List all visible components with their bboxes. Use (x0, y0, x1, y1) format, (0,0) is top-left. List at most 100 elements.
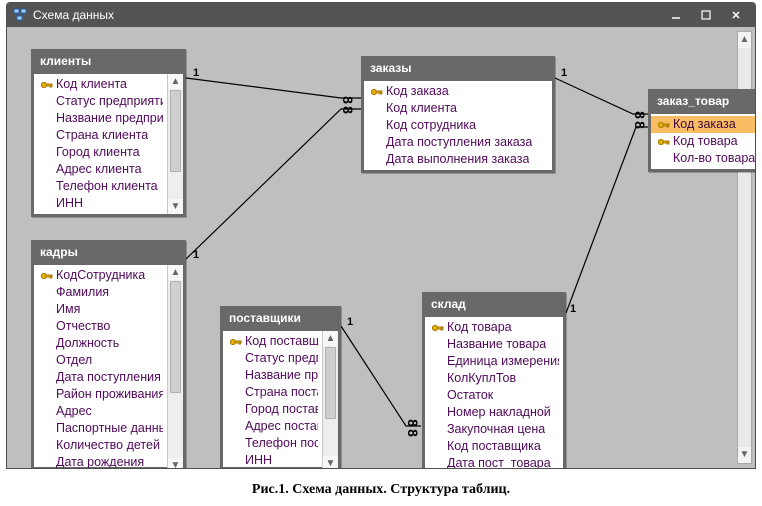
table-field[interactable]: Адрес (34, 403, 167, 420)
table-field[interactable]: Номер накладной (425, 404, 563, 421)
primary-key-icon (368, 86, 386, 98)
table-field[interactable]: Должность (34, 335, 167, 352)
table-clients[interactable]: клиенты Код клиентаСтатус предприятиНазв… (31, 49, 186, 217)
scroll-up-icon[interactable]: ▲ (738, 32, 751, 48)
field-label: Город клиента (56, 144, 140, 161)
field-label: Телефон клиента (56, 178, 158, 195)
table-field[interactable]: Дата поступления заказа (364, 134, 552, 151)
table-title[interactable]: заказы (364, 59, 552, 81)
table-staff[interactable]: кадры КодСотрудникаФамилияИмяОтчествоДол… (31, 240, 186, 469)
table-stock[interactable]: склад Код товараНазвание товараЕдиница и… (422, 292, 566, 469)
window-title: Схема данных (33, 8, 114, 22)
table-field[interactable]: Закупочная цена (425, 421, 563, 438)
table-field[interactable]: Паспортные данные (34, 420, 167, 437)
field-label: Название товара (447, 336, 546, 353)
field-label: Код заказа (386, 83, 449, 100)
scroll-thumb[interactable] (325, 347, 336, 419)
table-field[interactable]: Статус предп (223, 350, 322, 367)
field-list: Код товараНазвание товараЕдиница измерен… (425, 317, 563, 469)
scroll-up-icon[interactable]: ▲ (323, 331, 338, 346)
window-titlebar: Схема данных (7, 3, 755, 27)
field-label: Имя (56, 301, 80, 318)
field-label: Дата поступления заказа (386, 134, 532, 151)
field-label: Адрес постав (245, 418, 318, 435)
field-label: Количество детей (56, 437, 160, 454)
table-field[interactable]: Отчество (34, 318, 167, 335)
table-field[interactable]: ИНН (34, 195, 167, 212)
scroll-thumb[interactable] (170, 281, 181, 393)
table-field[interactable]: Единица измерения (425, 353, 563, 370)
table-field[interactable]: Адрес постав (223, 418, 322, 435)
table-title[interactable]: клиенты (34, 52, 183, 74)
table-field[interactable]: ИНН (223, 452, 322, 469)
table-field[interactable]: КолКуплТов (425, 370, 563, 387)
scroll-down-icon[interactable]: ▼ (168, 199, 183, 214)
table-field[interactable]: Код товара (651, 133, 756, 150)
table-field[interactable]: КодСотрудника (34, 267, 167, 284)
scroll-down-icon[interactable]: ▼ (168, 458, 183, 469)
maximize-button[interactable] (691, 6, 721, 24)
scroll-thumb[interactable] (170, 90, 181, 172)
cardinality-one: 1 (561, 67, 567, 79)
table-field[interactable]: Город постав (223, 401, 322, 418)
scroll-up-icon[interactable]: ▲ (168, 265, 183, 280)
table-field[interactable]: Код заказа (651, 116, 756, 133)
field-label: Статус предприяти (56, 93, 163, 110)
table-field[interactable]: Остаток (425, 387, 563, 404)
table-field[interactable]: Название товара (425, 336, 563, 353)
table-field[interactable]: Имя (34, 301, 167, 318)
table-field[interactable]: Код товара (425, 319, 563, 336)
table-field[interactable]: Кол-во товара в за (651, 150, 756, 167)
cardinality-one: 1 (347, 316, 353, 328)
table-field[interactable]: Дата рождения (34, 454, 167, 469)
field-label: Дата выполнения заказа (386, 151, 529, 168)
table-field[interactable]: Страна клиента (34, 127, 167, 144)
close-button[interactable] (721, 6, 751, 24)
cardinality-many-icon: 8 (344, 106, 352, 114)
minimize-button[interactable] (661, 6, 691, 24)
table-field[interactable]: Код заказа (364, 83, 552, 100)
table-scrollbar[interactable]: ▲ ▼ (167, 74, 183, 214)
table-orders[interactable]: заказы Код заказаКод клиентаКод сотрудни… (361, 56, 555, 173)
table-field[interactable]: Страна поста (223, 384, 322, 401)
field-label: Адрес клиента (56, 161, 142, 178)
table-scrollbar[interactable]: ▲ ▼ (322, 331, 338, 469)
table-title[interactable]: кадры (34, 243, 183, 265)
table-field[interactable]: Код поставщ (223, 333, 322, 350)
primary-key-icon (655, 136, 673, 148)
table-scrollbar[interactable]: ▲ ▼ (167, 265, 183, 469)
table-field[interactable]: Код клиента (364, 100, 552, 117)
table-field[interactable]: Район проживания (34, 386, 167, 403)
table-suppliers[interactable]: поставщики Код поставщСтатус предпНазван… (220, 306, 341, 469)
field-label: Остаток (447, 387, 493, 404)
table-field[interactable]: Город клиента (34, 144, 167, 161)
table-title[interactable]: склад (425, 295, 563, 317)
table-title[interactable]: заказ_товар (651, 92, 756, 114)
table-field[interactable]: Телефон клиента (34, 178, 167, 195)
table-field[interactable]: Статус предприяти (34, 93, 167, 110)
table-field[interactable]: Дата выполнения заказа (364, 151, 552, 168)
scroll-up-icon[interactable]: ▲ (168, 74, 183, 89)
table-title[interactable]: поставщики (223, 309, 338, 331)
table-order-item[interactable]: заказ_товар Код заказаКод товараКол-во т… (648, 89, 756, 172)
table-field[interactable]: Код поставщика (425, 438, 563, 455)
scroll-down-icon[interactable]: ▼ (738, 447, 751, 463)
field-label: Страна клиента (56, 127, 148, 144)
table-field[interactable]: Фамилия (34, 284, 167, 301)
table-field[interactable]: Дата поступления (34, 369, 167, 386)
field-label: Код поставщика (447, 438, 541, 455)
field-label: Номер накладной (447, 404, 551, 421)
table-field[interactable]: Название предпри (34, 110, 167, 127)
table-field[interactable]: Телефон пос (223, 435, 322, 452)
table-field[interactable]: Название пре (223, 367, 322, 384)
table-field[interactable]: Количество детей (34, 437, 167, 454)
table-field[interactable]: Адрес клиента (34, 161, 167, 178)
scroll-down-icon[interactable]: ▼ (323, 456, 338, 469)
field-label: Код товара (673, 133, 738, 150)
diagram-canvas[interactable]: 1 8 8 1 1 8 8 1 1 8 8 клиенты Код клиент… (11, 31, 737, 464)
primary-key-icon (655, 119, 673, 131)
table-field[interactable]: Отдел (34, 352, 167, 369)
table-field[interactable]: Код сотрудника (364, 117, 552, 134)
table-field[interactable]: Код клиента (34, 76, 167, 93)
table-field[interactable]: Дата пост_товара (425, 455, 563, 469)
